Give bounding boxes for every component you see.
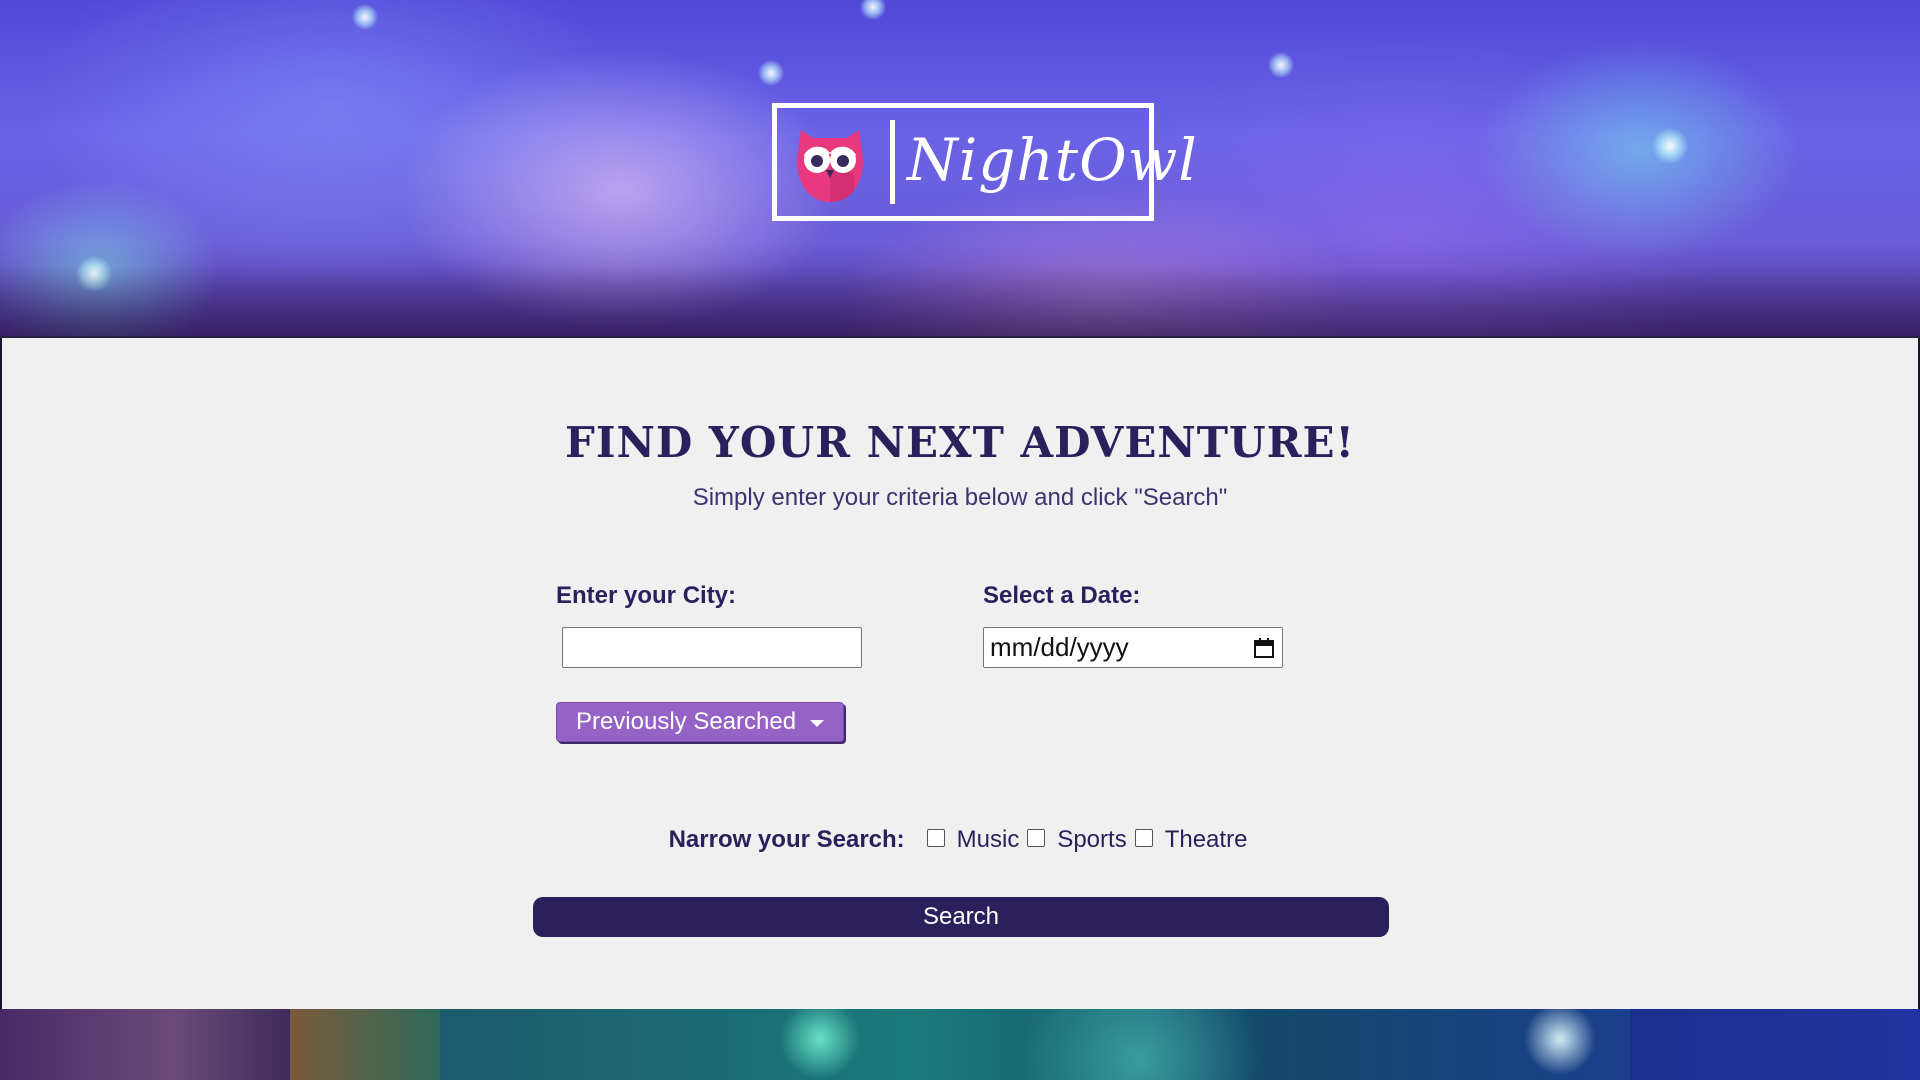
caret-down-icon: [810, 719, 825, 727]
date-label: Select a Date:: [983, 582, 1141, 609]
brand-logo[interactable]: NightOwl: [772, 103, 1197, 221]
page-subtitle: Simply enter your criteria below and cli…: [692, 484, 1228, 511]
city-input[interactable]: [562, 627, 862, 668]
search-panel: FIND YOUR NEXT ADVENTURE! Simply enter y…: [2, 338, 1918, 1009]
calendar-icon[interactable]: [1254, 637, 1274, 658]
date-placeholder: mm/dd/yyyy: [990, 632, 1129, 662]
search-button-label: Search: [922, 903, 1000, 930]
footer-image: [440, 1009, 1630, 1080]
footer-image: [290, 1009, 440, 1080]
page: NightOwl FIND YOUR NEXT ADVENTURE! Simpl…: [0, 0, 1920, 1080]
narrow-search-row: Narrow your Search: Music Sports Theatre: [2, 826, 1918, 854]
stage-light: [352, 4, 378, 30]
logo-divider: [890, 120, 895, 204]
page-title: FIND YOUR NEXT ADVENTURE!: [565, 418, 1355, 467]
previously-searched-dropdown[interactable]: Previously Searched: [556, 702, 844, 742]
theatre-label[interactable]: Theatre: [1165, 826, 1248, 854]
owl-logo-icon: [797, 130, 863, 202]
hero-banner: NightOwl: [0, 0, 1920, 338]
music-checkbox[interactable]: [926, 829, 945, 847]
stage-light: [860, 0, 886, 20]
sports-label[interactable]: Sports: [1057, 826, 1126, 854]
stage-light: [758, 60, 784, 86]
stage-light: [1268, 52, 1294, 78]
music-label[interactable]: Music: [957, 826, 1020, 854]
theatre-checkbox[interactable]: [1134, 829, 1153, 847]
search-button[interactable]: Search: [533, 897, 1389, 937]
footer-image: [0, 1009, 290, 1080]
footer-image-strip: [0, 1009, 1920, 1080]
previously-searched-label: Previously Searched: [575, 708, 797, 735]
date-input[interactable]: mm/dd/yyyy: [983, 627, 1283, 668]
hero-shade: [0, 266, 1920, 336]
city-label: Enter your City:: [556, 582, 737, 609]
footer-image: [1630, 1009, 1920, 1080]
stage-light: [1652, 128, 1688, 164]
sports-checkbox[interactable]: [1027, 829, 1046, 847]
narrow-search-label: Narrow your Search:: [668, 826, 905, 853]
brand-name: NightOwl: [907, 126, 1198, 194]
